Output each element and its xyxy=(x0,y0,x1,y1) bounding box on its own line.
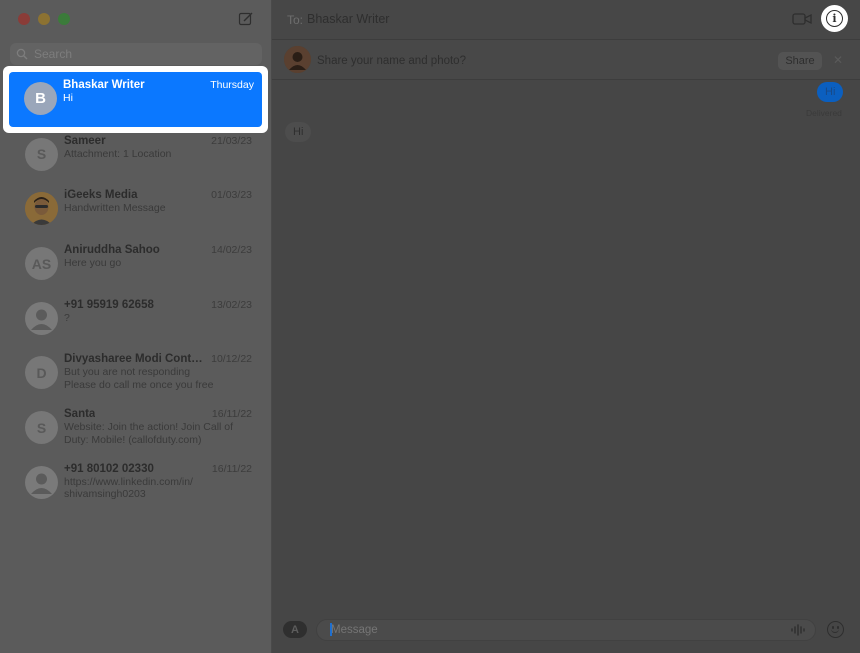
message-input[interactable] xyxy=(316,619,816,641)
conversation-item[interactable]: +91 95919 62658 13/02/23 ? xyxy=(0,291,272,346)
app-store-icon[interactable]: A xyxy=(283,621,307,638)
audio-waveform-icon[interactable] xyxy=(791,624,805,636)
outgoing-message-bubble[interactable]: Hi xyxy=(817,82,844,102)
conversation-preview: Here you go xyxy=(64,257,122,270)
conversation-preview: But you are not responding Please do cal… xyxy=(64,366,214,391)
conversation-item[interactable]: S Sameer 21/03/23 Attachment: 1 Location xyxy=(0,127,272,182)
person-icon xyxy=(25,301,58,335)
conversation-name: iGeeks Media xyxy=(64,189,138,202)
minimize-window-button[interactable] xyxy=(38,13,50,25)
search-placeholder: Search xyxy=(34,47,73,61)
avatar: S xyxy=(25,411,58,445)
conversation-name: +91 95919 62658 xyxy=(64,298,154,311)
conversation-name: Divyasharee Modi Conten... xyxy=(64,353,209,366)
conversation-item[interactable]: D Divyasharee Modi Conten... 10/12/22 Bu… xyxy=(0,345,272,400)
conversation-date: 14/02/23 xyxy=(211,244,252,257)
avatar: D xyxy=(25,356,58,390)
conversation-name: Bhaskar Writer xyxy=(63,79,145,91)
conversation-preview: Handwritten Message xyxy=(64,202,166,215)
close-window-button[interactable] xyxy=(18,13,30,25)
sidebar: Search B Bhaskar Writer Thursday Hi S Sa… xyxy=(0,0,272,653)
conversation-item[interactable]: iGeeks Media 01/03/23 Handwritten Messag… xyxy=(0,181,272,236)
message-input-bar: A xyxy=(272,616,860,646)
compose-icon[interactable] xyxy=(238,11,254,27)
search-field[interactable]: Search xyxy=(10,43,262,65)
share-name-banner: Share your name and photo? Share ✕ xyxy=(272,40,860,80)
memoji-avatar-icon xyxy=(25,192,58,226)
avatar: AS xyxy=(25,247,58,281)
conversation-preview: Attachment: 1 Location xyxy=(64,147,172,160)
search-icon xyxy=(16,48,28,60)
conversation-pane: To: Bhaskar Writer i Share your name and… xyxy=(272,0,860,653)
conversation-date: 21/03/23 xyxy=(211,134,252,147)
avatar: S xyxy=(25,137,58,171)
delivery-status: Delivered xyxy=(806,108,842,118)
zoom-window-button[interactable] xyxy=(58,13,70,25)
conversation-date: Thursday xyxy=(210,79,254,91)
conversation-date: 01/03/23 xyxy=(211,189,252,202)
conversation-name: Sameer xyxy=(64,134,106,147)
conversation-item[interactable]: AS Aniruddha Sahoo 14/02/23 Here you go xyxy=(0,236,272,291)
info-icon: i xyxy=(826,10,843,27)
recipient-name[interactable]: Bhaskar Writer xyxy=(307,12,389,26)
my-avatar xyxy=(284,46,311,73)
conversation-preview: Website: Join the action! Join Call of D… xyxy=(64,421,234,446)
conversation-date: 10/12/22 xyxy=(211,353,252,366)
conversation-name: Aniruddha Sahoo xyxy=(64,244,160,257)
emoji-icon[interactable] xyxy=(827,621,844,638)
person-icon xyxy=(25,465,58,499)
conversation-name: Santa xyxy=(64,408,96,421)
conversation-name: +91 80102 02330 xyxy=(64,462,154,475)
conversation-list: S Sameer 21/03/23 Attachment: 1 Location xyxy=(0,72,272,510)
conversation-date: 13/02/23 xyxy=(211,298,252,311)
window-controls xyxy=(18,13,70,25)
conversation-date: 16/11/22 xyxy=(211,408,252,421)
video-call-icon[interactable] xyxy=(792,12,812,26)
conversation-item[interactable]: +91 80102 02330 16/11/22 https://www.lin… xyxy=(0,455,272,510)
incoming-message-bubble[interactable]: Hi xyxy=(285,122,312,142)
conversation-preview: ? xyxy=(64,311,70,324)
avatar: B xyxy=(24,82,57,115)
conversation-item[interactable]: S Santa 16/11/22 Website: Join the actio… xyxy=(0,400,272,455)
close-icon[interactable]: ✕ xyxy=(833,53,843,67)
share-button[interactable]: Share xyxy=(778,52,822,70)
text-cursor xyxy=(330,623,332,636)
share-prompt: Share your name and photo? xyxy=(317,55,466,67)
conversation-date: 16/11/22 xyxy=(211,462,252,475)
info-button[interactable]: i xyxy=(821,5,848,32)
conversation-header: To: Bhaskar Writer i xyxy=(272,0,860,40)
conversation-preview: Hi xyxy=(63,92,73,104)
conversation-item-selected[interactable]: B Bhaskar Writer Thursday Hi xyxy=(3,66,268,133)
to-label: To: xyxy=(287,13,304,27)
conversation-preview: https://www.linkedin.com/in/ shivamsingh… xyxy=(64,475,193,501)
